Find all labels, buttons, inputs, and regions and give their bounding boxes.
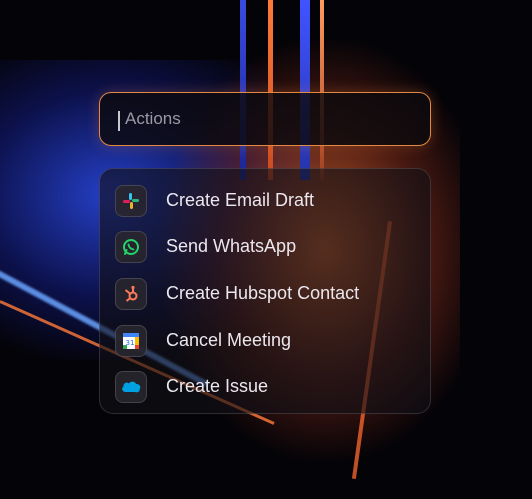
menu-item-label: Create Hubspot Contact <box>166 283 360 303</box>
light-beam <box>320 0 324 180</box>
whatsapp-icon <box>115 231 147 263</box>
menu-item-create-email-draft[interactable]: Create Email Draft <box>100 180 430 220</box>
menu-item-create-issue[interactable]: Create Issue <box>100 366 430 406</box>
light-beam <box>300 0 310 180</box>
text-caret <box>118 111 120 131</box>
menu-item-cancel-meeting[interactable]: 31 Cancel Meeting <box>100 320 430 360</box>
actions-menu: Create Email Draft Send WhatsApp Create … <box>99 168 431 414</box>
svg-text:31: 31 <box>126 339 135 347</box>
hubspot-icon <box>115 278 147 310</box>
menu-item-create-hubspot-contact[interactable]: Create Hubspot Contact <box>100 273 430 313</box>
menu-item-label: Cancel Meeting <box>166 330 292 350</box>
light-beam <box>268 0 273 180</box>
menu-item-label: Send WhatsApp <box>166 236 297 256</box>
salesforce-icon <box>115 371 147 403</box>
menu-item-send-whatsapp[interactable]: Send WhatsApp <box>100 226 430 266</box>
google-calendar-icon: 31 <box>115 325 147 357</box>
menu-item-label: Create Email Draft <box>166 190 315 210</box>
search-input[interactable]: Actions <box>99 92 431 146</box>
slack-icon <box>115 185 147 217</box>
menu-item-label: Create Issue <box>166 376 269 396</box>
light-beam <box>240 0 246 180</box>
search-placeholder: Actions <box>125 109 181 128</box>
